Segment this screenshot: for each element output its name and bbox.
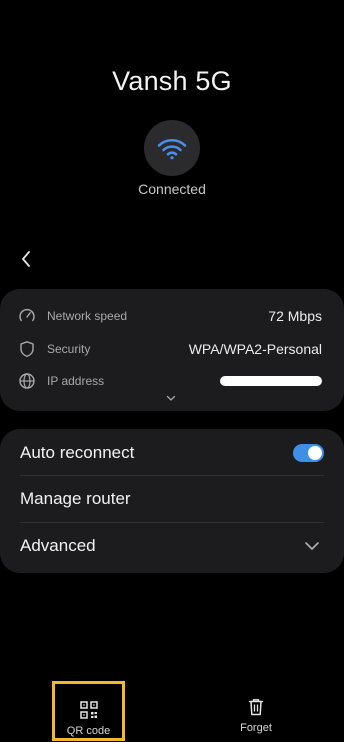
- back-button[interactable]: [14, 246, 38, 272]
- toggle-knob: [308, 446, 322, 460]
- security-value: WPA/WPA2-Personal: [188, 341, 322, 357]
- manage-router-row[interactable]: Manage router: [20, 476, 324, 522]
- auto-reconnect-label: Auto reconnect: [20, 443, 135, 462]
- shield-icon: [18, 340, 36, 358]
- chevron-down-icon: [304, 540, 320, 552]
- qr-code-label: QR code: [66, 725, 111, 737]
- wifi-icon: [157, 138, 187, 160]
- network-speed-value: 72 Mbps: [268, 308, 322, 324]
- forget-label: Forget: [240, 722, 272, 734]
- connection-status: Connected: [138, 181, 206, 197]
- security-row: Security WPA/WPA2-Personal: [18, 338, 322, 360]
- network-name: Vansh 5G: [112, 66, 232, 96]
- qr-code-icon: [79, 701, 99, 719]
- advanced-label: Advanced: [20, 536, 96, 555]
- auto-reconnect-row[interactable]: Auto reconnect: [20, 430, 324, 476]
- advanced-row[interactable]: Advanced: [20, 523, 324, 569]
- globe-icon: [18, 372, 36, 390]
- expand-details-button[interactable]: [164, 393, 178, 403]
- network-speed-label: Network speed: [47, 309, 128, 323]
- network-settings-card: Auto reconnect Manage router Advanced: [0, 429, 344, 573]
- ip-address-row: IP address: [18, 370, 322, 392]
- speedometer-icon: [18, 307, 36, 325]
- forget-button[interactable]: Forget: [222, 681, 290, 741]
- wifi-status-indicator: [144, 120, 200, 176]
- chevron-down-icon: [166, 395, 176, 401]
- chevron-left-icon: [22, 251, 30, 267]
- ip-address-value-redacted: [220, 376, 322, 386]
- network-speed-row: Network speed 72 Mbps: [18, 305, 322, 327]
- network-details-card: Network speed 72 Mbps Security WPA/WPA2-…: [0, 289, 344, 411]
- security-label: Security: [47, 342, 91, 356]
- qr-code-button[interactable]: QR code: [52, 681, 125, 741]
- ip-address-label: IP address: [47, 374, 105, 388]
- auto-reconnect-toggle[interactable]: [293, 444, 324, 462]
- trash-icon: [246, 698, 266, 716]
- manage-router-label: Manage router: [20, 489, 131, 508]
